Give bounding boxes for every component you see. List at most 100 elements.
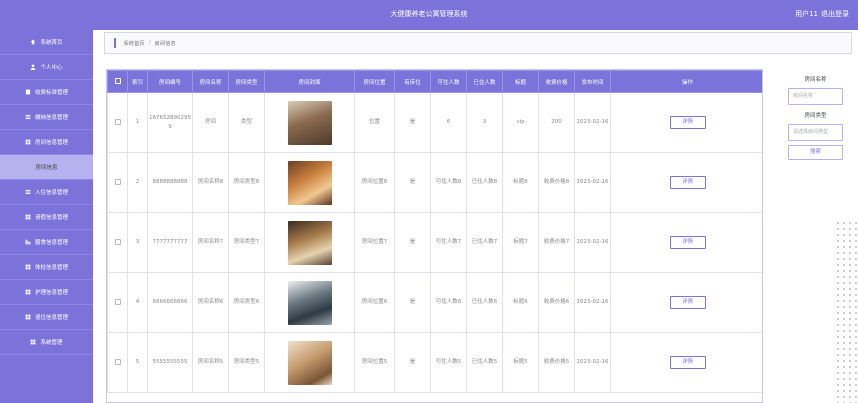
- cell-cover: [264, 332, 355, 393]
- cell-room-code: 1676528902959: [147, 92, 193, 153]
- cell-room-position: 房间位置6: [354, 272, 395, 333]
- sidebar-item-payment[interactable]: 缴纳信息管理: [0, 105, 93, 130]
- grid-icon: [25, 139, 31, 145]
- breadcrumb-home[interactable]: 系统首页: [124, 39, 145, 47]
- cell-occupied: 已住人数5: [466, 332, 503, 393]
- sidebar-item-label: 收费标准管理: [34, 90, 68, 96]
- cell-room-name: 房间名称5: [192, 332, 229, 393]
- sidebar-item-fee-standard[interactable]: 收费标准管理: [0, 80, 93, 105]
- row-checkbox[interactable]: [114, 118, 121, 125]
- sidebar-item-label: 请假信息管理: [34, 215, 68, 221]
- cell-price: 收费价格8: [538, 152, 575, 213]
- detail-button[interactable]: 详情: [669, 356, 706, 369]
- breadcrumb-separator: /: [148, 40, 151, 46]
- cell-occupied: 3: [466, 92, 503, 153]
- cell-room-name: 房间: [192, 92, 229, 153]
- chart-icon: [25, 239, 31, 245]
- home-icon: [31, 39, 36, 45]
- sidebar-item-label: 房间信息管理: [34, 140, 68, 146]
- row-checkbox[interactable]: [114, 358, 121, 365]
- row-checkbox[interactable]: [114, 238, 121, 245]
- cell-occupied: 已住人数7: [466, 212, 503, 273]
- cell-actions: 详情: [610, 332, 762, 393]
- cell-price: 收费价格7: [538, 212, 575, 273]
- row-select-cell[interactable]: [107, 92, 128, 153]
- detail-button[interactable]: 详情: [669, 116, 706, 129]
- select-all-cell[interactable]: [107, 70, 128, 93]
- grid-icon: [25, 289, 31, 295]
- sidebar-item-checkin[interactable]: 入住信息管理: [0, 180, 93, 205]
- row-select-cell[interactable]: [107, 212, 128, 273]
- cell-room-name: 房间名称6: [192, 272, 229, 333]
- cell-room-type: 房间类型6: [228, 272, 265, 333]
- room-name-input[interactable]: 房间名称: [788, 88, 843, 105]
- sidebar-item-room-info[interactable]: 房间信息: [0, 155, 93, 180]
- row-select-cell[interactable]: [107, 152, 128, 213]
- sidebar-item-checkup[interactable]: 体检信息管理: [0, 255, 93, 280]
- room-type-label: 房间类型: [804, 113, 827, 119]
- row-select-cell[interactable]: [107, 272, 128, 333]
- sidebar-item-label: 入住信息管理: [34, 190, 68, 196]
- cell-publish-date: 2023-02-16: [574, 272, 611, 333]
- grid-icon: [25, 314, 31, 320]
- search-button[interactable]: 搜索: [788, 145, 843, 160]
- cell-title: vip: [502, 92, 539, 153]
- sidebar-item-profile[interactable]: 个人中心: [0, 55, 93, 80]
- sidebar-item-label: 护理信息管理: [34, 290, 68, 296]
- room-name-label: 房间名称: [804, 77, 827, 83]
- column-header: 房间类型: [228, 70, 265, 93]
- cell-occupied: 已住人数8: [466, 152, 503, 213]
- detail-button[interactable]: 详情: [669, 176, 706, 189]
- grid-icon: [31, 339, 36, 345]
- row-checkbox[interactable]: [114, 178, 121, 185]
- cell-actions: 详情: [610, 212, 762, 273]
- detail-button[interactable]: 详情: [669, 236, 706, 249]
- room-type-select[interactable]: 请选择房间类型: [788, 124, 843, 141]
- grid-icon: [25, 264, 31, 270]
- column-header: 有床位: [394, 70, 431, 93]
- select-all-checkbox[interactable]: [114, 78, 121, 85]
- row-checkbox[interactable]: [114, 298, 121, 305]
- sidebar-item-room-manage[interactable]: 房间信息管理: [0, 130, 93, 155]
- sidebar: 系统首页 个人中心 收费标准管理 缴纳信息管理 房间信息管理 房间信息 入住信息…: [0, 30, 93, 403]
- cell-room-code: 6666666666: [147, 272, 193, 333]
- search-panel: 房间名称 房间名称 房间类型 请选择房间类型 搜索: [773, 69, 858, 160]
- cell-room-name: 房间名称8: [192, 152, 229, 213]
- cell-capacity: 可住人数6: [430, 272, 467, 333]
- room-cover-image: [287, 100, 332, 145]
- table-row: 3 7777777777 房间名称7 房间类型7 房间位置7 是 可住人数7 已…: [107, 212, 762, 273]
- cell-index: 4: [127, 272, 148, 333]
- logout-link[interactable]: 退出登录: [821, 9, 849, 19]
- sidebar-item-nursing[interactable]: 护理信息管理: [0, 280, 93, 305]
- cell-room-code: 5555555555: [147, 332, 193, 393]
- sidebar-item-label: 系统管理: [40, 340, 63, 346]
- table-row: 1 1676528902959 房间 类型 位置 是 6 3 vip 200 2…: [107, 92, 762, 153]
- cell-room-position: 房间位置5: [354, 332, 395, 393]
- cell-room-position: 房间位置7: [354, 212, 395, 273]
- cell-room-type: 房间类型7: [228, 212, 265, 273]
- grid-icon: [25, 214, 31, 220]
- cell-room-position: 房间位置8: [354, 152, 395, 213]
- sidebar-item-leave[interactable]: 请假信息管理: [0, 205, 93, 230]
- cell-room-type: 房间类型5: [228, 332, 265, 393]
- cell-has-bed: 是: [394, 272, 431, 333]
- breadcrumb-accent: [114, 38, 116, 48]
- detail-button[interactable]: 详情: [669, 296, 706, 309]
- cell-capacity: 可住人数7: [430, 212, 467, 273]
- row-select-cell[interactable]: [107, 332, 128, 393]
- cell-room-code: 8888888888: [147, 152, 193, 213]
- user-icon: [31, 64, 36, 70]
- sidebar-item-meal[interactable]: 膳食信息管理: [0, 230, 93, 255]
- cell-title: 标题7: [502, 212, 539, 273]
- cell-capacity: 可住人数8: [430, 152, 467, 213]
- sidebar-item-checkout[interactable]: 退住信息管理: [0, 305, 93, 330]
- cell-actions: 详情: [610, 152, 762, 213]
- cell-cover: [264, 92, 355, 153]
- room-table: 索引 房间编号 房间名称 房间类型 房间封面 房间位置 有床位 可住人数 已住人…: [106, 69, 763, 403]
- sidebar-item-home[interactable]: 系统首页: [0, 30, 93, 55]
- cell-index: 3: [127, 212, 148, 273]
- cell-room-position: 位置: [354, 92, 395, 153]
- cell-has-bed: 是: [394, 212, 431, 273]
- sidebar-item-system[interactable]: 系统管理: [0, 330, 93, 355]
- cell-title: 标题6: [502, 272, 539, 333]
